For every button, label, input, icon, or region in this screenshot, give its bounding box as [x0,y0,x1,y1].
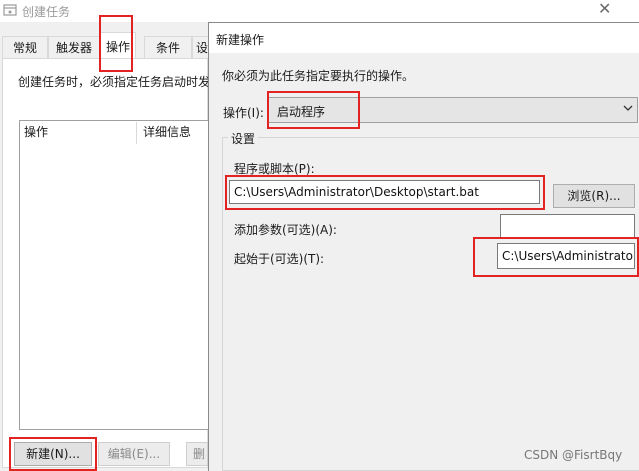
action-label: 操作(I): [223,106,264,120]
tab-actions[interactable]: 操作 [100,32,136,60]
dialog-instruction: 你必须为此任务指定要执行的操作。 [222,69,415,83]
program-input[interactable]: C:\Users\Administrator\Desktop\start.bat [229,180,540,204]
edit-action-button[interactable]: 编辑(E)... [98,442,170,466]
column-header-action[interactable]: 操作 [24,123,48,140]
watermark: CSDN @FisrtBqy [524,448,623,462]
new-action-title: 新建操作 [216,33,265,47]
chevron-down-icon [623,105,633,111]
tab-conditions[interactable]: 条件 [144,36,192,58]
arguments-input[interactable] [500,214,635,238]
action-select-value: 启动程序 [277,105,326,119]
create-task-title-bar [0,0,639,22]
column-divider[interactable] [136,122,137,144]
browse-button[interactable]: 浏览(R)... [553,184,635,208]
close-icon[interactable]: ✕ [598,0,611,18]
tab-general[interactable]: 常规 [2,36,48,58]
start-in-label: 起始于(可选)(T): [234,252,325,266]
column-header-details[interactable]: 详细信息 [143,123,191,140]
create-task-title: 创建任务 [22,5,71,19]
new-action-title-bar [209,23,639,53]
start-in-input[interactable]: C:\Users\Administrato [497,243,635,269]
program-label: 程序或脚本(P): [234,162,315,176]
task-scheduler-icon [3,4,17,16]
actions-description: 创建任务时，必须指定任务启动时发 [18,75,211,89]
arguments-label: 添加参数(可选)(A): [234,223,337,237]
new-action-button[interactable]: 新建(N)... [14,442,92,466]
delete-action-button[interactable]: 删 [186,442,208,466]
actions-list[interactable] [19,120,209,430]
tab-strip: 常规 触发器 操作 条件 设 [0,32,212,60]
settings-group-label: 设置 [228,130,259,147]
tab-triggers[interactable]: 触发器 [48,36,100,58]
